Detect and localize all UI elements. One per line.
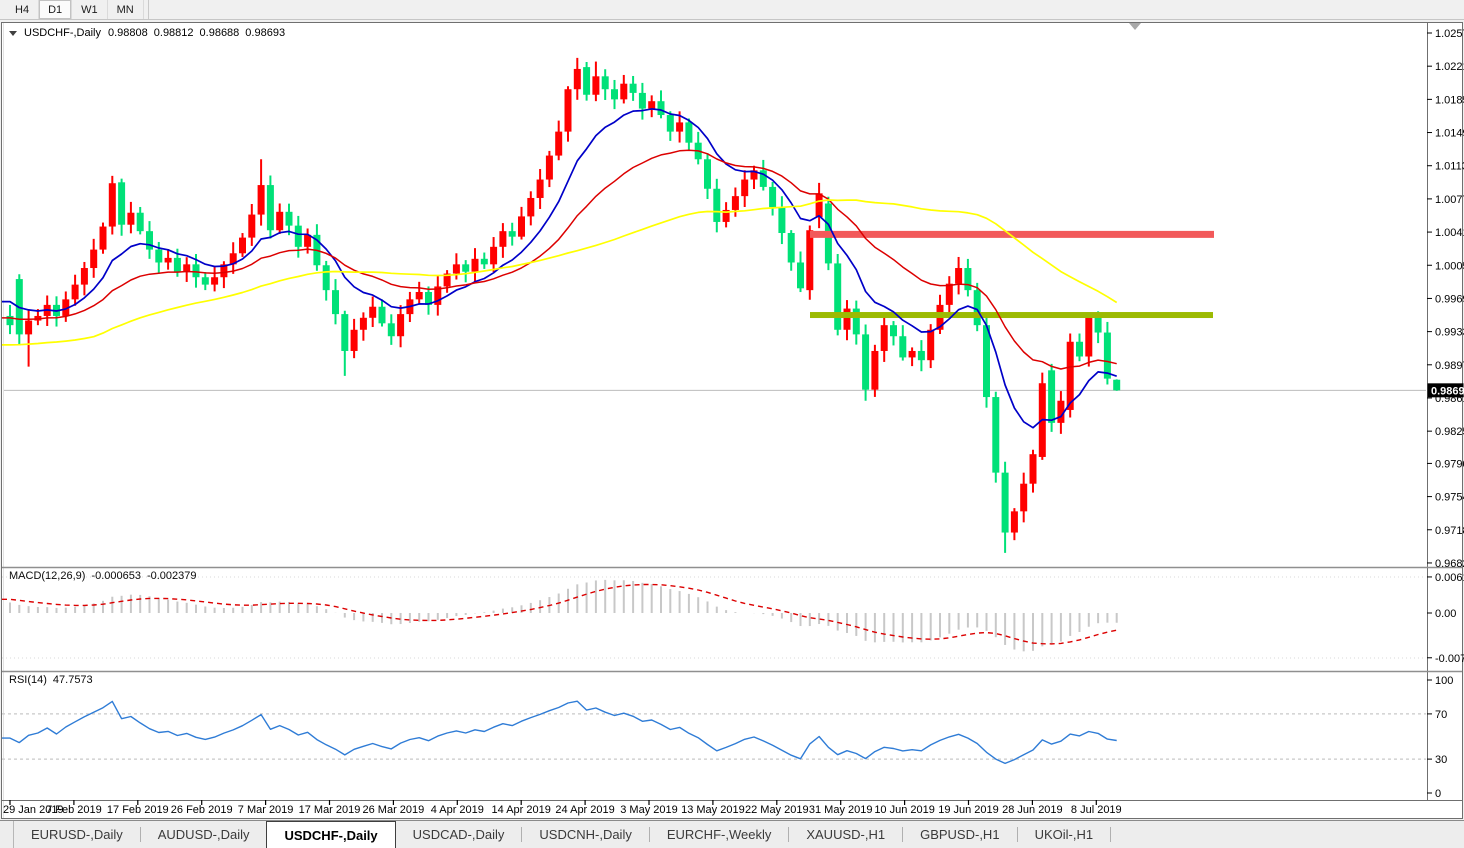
timeframe-d1-button[interactable]: D1 — [39, 0, 72, 19]
timeframe-toolbar: H4 D1 W1 MN — [0, 0, 1464, 20]
svg-text:0.97540: 0.97540 — [1435, 492, 1464, 504]
svg-text:13 May 2019: 13 May 2019 — [681, 804, 745, 816]
svg-text:10 Jun 2019: 10 Jun 2019 — [874, 804, 935, 816]
symbol-label: USDCHF-,Daily — [24, 27, 101, 39]
svg-text:26 Feb 2019: 26 Feb 2019 — [171, 804, 233, 816]
svg-text:0.97180: 0.97180 — [1435, 525, 1464, 537]
svg-text:4 Apr 2019: 4 Apr 2019 — [431, 804, 484, 816]
low-value: 0.98688 — [200, 27, 240, 39]
svg-text:0.96820: 0.96820 — [1435, 558, 1464, 570]
rsi-value: 47.7573 — [53, 674, 93, 686]
svg-text:1.02210: 1.02210 — [1435, 61, 1464, 73]
timeframe-h4-button[interactable]: H4 — [6, 0, 39, 19]
chevron-down-icon[interactable] — [9, 31, 17, 36]
svg-text:1.00770: 1.00770 — [1435, 194, 1464, 206]
tab-gbpusd-h1[interactable]: GBPUSD-,H1 — [903, 821, 1016, 848]
tab-usdcnh-daily[interactable]: USDCNH-,Daily — [522, 821, 648, 848]
open-value: 0.98808 — [108, 27, 148, 39]
svg-text:8 Jul 2019: 8 Jul 2019 — [1071, 804, 1122, 816]
svg-text:0.98970: 0.98970 — [1435, 360, 1464, 372]
svg-text:1.01490: 1.01490 — [1435, 128, 1464, 140]
high-value: 0.98812 — [154, 27, 194, 39]
svg-text:0.99330: 0.99330 — [1435, 327, 1464, 339]
svg-text:30: 30 — [1435, 754, 1447, 766]
toolbar-separator — [148, 0, 149, 19]
ohlc-readout: 0.98808 0.98812 0.98688 0.98693 — [108, 27, 285, 39]
svg-text:14 Apr 2019: 14 Apr 2019 — [492, 804, 551, 816]
macd-panel-label: MACD(12,26,9) -0.000653 -0.002379 — [9, 570, 197, 582]
tab-usdchf-daily[interactable]: USDCHF-,Daily — [266, 821, 395, 848]
tab-ukoil-h1[interactable]: UKOil-,H1 — [1018, 821, 1111, 848]
svg-text:17 Mar 2019: 17 Mar 2019 — [299, 804, 361, 816]
svg-text:0.98250: 0.98250 — [1435, 426, 1464, 438]
macd-main-value: -0.000653 — [91, 570, 141, 582]
svg-text:0.98693: 0.98693 — [1431, 385, 1464, 397]
svg-text:0.00: 0.00 — [1435, 608, 1456, 620]
svg-text:17 Feb 2019: 17 Feb 2019 — [107, 804, 169, 816]
chart-canvas[interactable]: 1.02570 1.02210 1.01850 1.01490 1.01130 1.007… — [0, 0, 1464, 848]
svg-text:1.00410: 1.00410 — [1435, 227, 1464, 239]
svg-text:1.00050: 1.00050 — [1435, 260, 1464, 272]
svg-text:0.97900: 0.97900 — [1435, 458, 1464, 470]
chart-title: USDCHF-,Daily 0.98808 0.98812 0.98688 0.986… — [9, 27, 285, 39]
svg-text:1.01130: 1.01130 — [1435, 161, 1464, 173]
svg-text:1.01850: 1.01850 — [1435, 94, 1464, 106]
svg-text:0.99690: 0.99690 — [1435, 293, 1464, 305]
tab-divider — [1110, 827, 1111, 842]
svg-text:3 May 2019: 3 May 2019 — [620, 804, 677, 816]
macd-name: MACD(12,26,9) — [9, 570, 85, 582]
svg-text:28 Jun 2019: 28 Jun 2019 — [1002, 804, 1063, 816]
timeframe-w1-button[interactable]: W1 — [72, 0, 108, 19]
tab-eurusd-daily[interactable]: EURUSD-,Daily — [14, 821, 140, 848]
tab-audusd-daily[interactable]: AUDUSD-,Daily — [141, 821, 267, 848]
trading-terminal: { "toolbar": { "timeframes": [ {"label":… — [0, 0, 1464, 848]
svg-text:22 May 2019: 22 May 2019 — [745, 804, 809, 816]
svg-text:1.02570: 1.02570 — [1435, 28, 1464, 40]
timeframe-mn-button[interactable]: MN — [108, 0, 144, 19]
svg-text:100: 100 — [1435, 675, 1453, 687]
svg-text:24 Apr 2019: 24 Apr 2019 — [555, 804, 614, 816]
rsi-name: RSI(14) — [9, 674, 47, 686]
tab-xauusd-h1[interactable]: XAUUSD-,H1 — [789, 821, 902, 848]
macd-signal-value: -0.002379 — [147, 570, 197, 582]
svg-text:70: 70 — [1435, 709, 1447, 721]
rsi-panel-label: RSI(14) 47.7573 — [9, 674, 93, 686]
svg-text:19 Jun 2019: 19 Jun 2019 — [938, 804, 999, 816]
svg-text:31 May 2019: 31 May 2019 — [809, 804, 873, 816]
svg-text:7 Mar 2019: 7 Mar 2019 — [238, 804, 294, 816]
svg-text:7 Feb 2019: 7 Feb 2019 — [46, 804, 102, 816]
tab-eurchf-weekly[interactable]: EURCHF-,Weekly — [650, 821, 789, 848]
symbol-tabbar: EURUSD-,Daily AUDUSD-,Daily USDCHF-,Dail… — [0, 820, 1464, 848]
svg-text:0: 0 — [1435, 788, 1441, 800]
svg-text:26 Mar 2019: 26 Mar 2019 — [363, 804, 425, 816]
tabbar-stub — [0, 821, 14, 848]
svg-text:0.00613: 0.00613 — [1435, 572, 1464, 584]
svg-text:-0.007612: -0.007612 — [1435, 653, 1464, 665]
tab-usdcad-daily[interactable]: USDCAD-,Daily — [396, 821, 522, 848]
close-value: 0.98693 — [245, 27, 285, 39]
